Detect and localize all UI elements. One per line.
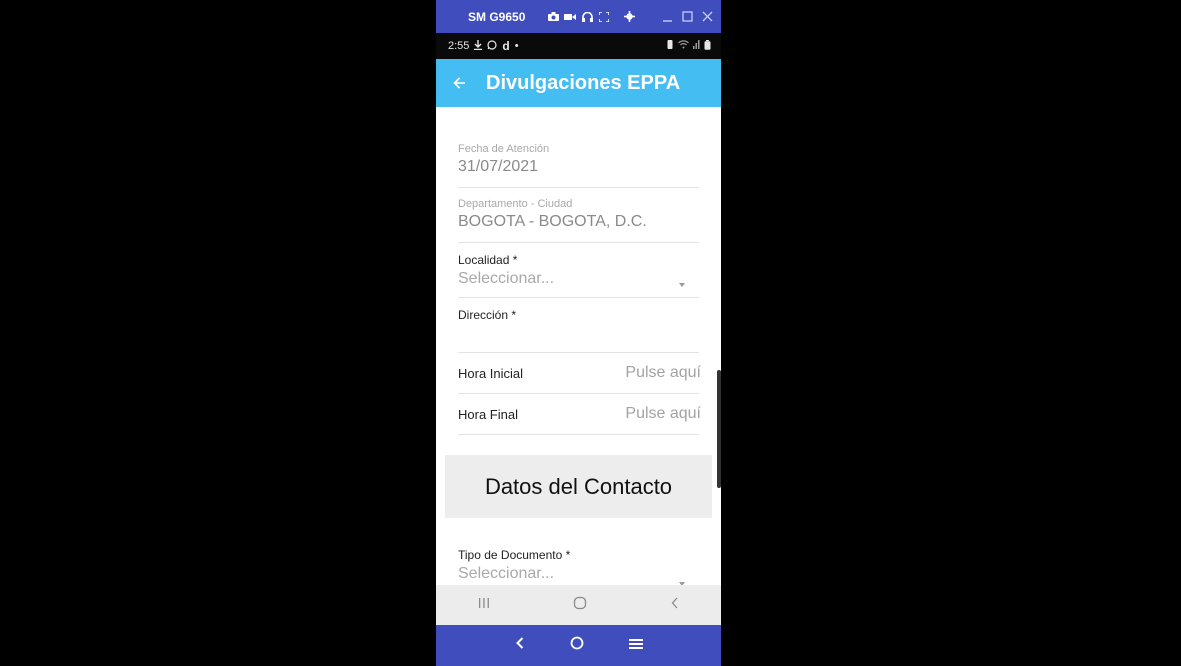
page-title: Divulgaciones EPPA [486,71,681,94]
direccion-label: Dirección * [458,308,517,322]
departamento-ciudad-field: Departamento - Ciudad BOGOTA - BOGOTA, D… [458,198,699,243]
menu-icon[interactable] [628,637,643,655]
window-toolbar [547,11,635,23]
fecha-atencion-value: 31/07/2021 [458,158,539,175]
video-icon[interactable] [564,11,577,23]
phone-mirror-window: SM G9650 2:55 d • Divulgaciones EPPA Fec… [436,0,721,666]
window-title: SM G9650 [468,9,526,24]
vibrate-icon [666,40,674,52]
home-icon[interactable] [573,596,587,615]
headphones-icon[interactable] [581,11,593,23]
hora-inicial-picker[interactable]: Pulse aquí [625,364,701,382]
battery-icon [704,39,711,53]
android-status-bar: 2:55 d • [436,33,721,59]
download-icon [474,39,483,53]
hora-final-picker[interactable]: Pulse aquí [625,405,701,423]
maximize-icon[interactable] [682,9,693,25]
localidad-label: Localidad * [458,253,518,267]
scrollbar-handle[interactable] [717,370,721,488]
tipo-documento-label: Tipo de Documento * [458,548,571,562]
hora-final-label: Hora Final [458,406,518,422]
window-title-bar: SM G9650 [436,0,721,33]
departamento-ciudad-value: BOGOTA - BOGOTA, D.C. [458,213,647,230]
chevron-down-icon [679,283,685,287]
hora-final-row[interactable]: Hora Final Pulse aquí [458,394,701,435]
back-icon[interactable] [670,596,680,615]
back-chevron-icon[interactable] [515,636,525,655]
settings-icon[interactable] [623,11,635,23]
signal-icon [693,40,700,52]
minimize-icon[interactable] [662,9,673,25]
departamento-ciudad-label: Departamento - Ciudad [458,198,573,210]
section-title: Datos del Contacto [484,473,673,499]
back-arrow-icon[interactable] [436,77,482,89]
mirror-bottom-bar [436,625,721,666]
direccion-input[interactable]: Dirección * [458,308,699,353]
notification-d: d [502,39,510,53]
hora-inicial-label: Hora Inicial [458,365,524,381]
android-nav-bar [436,585,721,625]
whatsapp-icon [487,39,498,53]
fullscreen-icon[interactable] [598,11,610,23]
localidad-placeholder: Seleccionar... [458,270,555,287]
section-header-contacto: Datos del Contacto [445,455,712,518]
status-time: 2:55 [448,40,470,52]
form-scroll-area[interactable]: Fecha de Atención 31/07/2021 Departament… [436,107,721,585]
fecha-atencion-label: Fecha de Atención [458,143,550,155]
home-circle-icon[interactable] [570,636,584,655]
tipo-documento-placeholder: Seleccionar... [458,565,555,582]
close-icon[interactable] [702,9,713,25]
fecha-atencion-field: Fecha de Atención 31/07/2021 [458,143,699,188]
hora-inicial-row[interactable]: Hora Inicial Pulse aquí [458,353,701,394]
localidad-select[interactable]: Localidad * Seleccionar... [458,253,699,298]
window-controls [662,9,713,25]
notification-dot: • [514,40,519,52]
wifi-icon [678,40,689,52]
camera-icon[interactable] [547,11,559,23]
tipo-documento-select[interactable]: Tipo de Documento * Seleccionar... [458,548,699,585]
recents-icon[interactable] [478,596,490,614]
app-toolbar: Divulgaciones EPPA [436,59,721,107]
